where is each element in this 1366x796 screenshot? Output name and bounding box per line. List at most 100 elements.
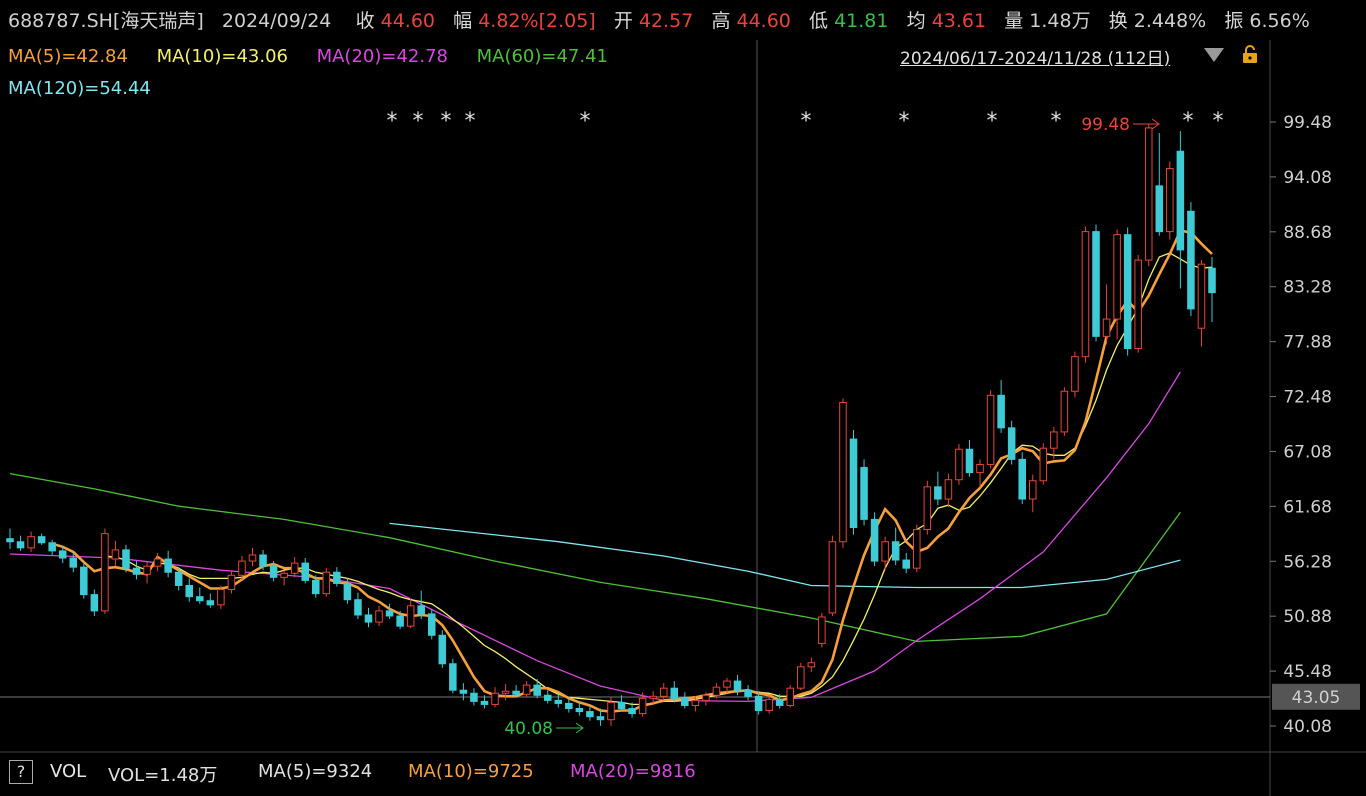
candle-body xyxy=(16,541,25,549)
candle-body xyxy=(638,697,647,715)
candle-body xyxy=(902,559,910,569)
candlestick-chart[interactable]: * * * * * * * * * * * 99.48 40.08 99.48 94.08 88.68 83.… xyxy=(0,0,1366,796)
candle-body xyxy=(290,562,299,574)
help-button[interactable]: ? xyxy=(9,760,33,784)
y-tick-label: 61.68 xyxy=(1283,497,1332,517)
candle-body xyxy=(775,698,784,706)
candle-body xyxy=(870,518,879,562)
candle-body xyxy=(649,695,657,699)
candle-body xyxy=(575,708,584,713)
candle xyxy=(870,512,879,567)
candle xyxy=(891,527,900,566)
candle xyxy=(1123,227,1132,356)
candle-body xyxy=(765,698,773,712)
candle-body xyxy=(132,567,141,575)
candle-body xyxy=(470,692,478,702)
candle xyxy=(354,592,362,620)
candle-body xyxy=(1187,210,1195,310)
candle-body xyxy=(80,566,88,596)
candle xyxy=(923,480,932,535)
candle-body xyxy=(227,574,236,591)
y-tick-label: 94.08 xyxy=(1283,168,1332,188)
candle xyxy=(459,683,468,701)
candle-body xyxy=(164,558,172,573)
candle-body xyxy=(6,538,14,543)
y-tick-label: 83.28 xyxy=(1283,278,1332,298)
candle-body xyxy=(1102,318,1111,337)
candle-body xyxy=(248,554,257,562)
candle-body xyxy=(333,571,341,584)
candle xyxy=(965,440,974,477)
candle-body xyxy=(1018,458,1026,500)
candle xyxy=(944,473,953,508)
candle-body xyxy=(617,701,626,710)
y-tick-label: 77.88 xyxy=(1283,333,1332,353)
y-tick-label: 99.48 xyxy=(1283,113,1332,133)
candle-body xyxy=(375,610,383,623)
vol-indicator-name[interactable]: VOL xyxy=(50,761,86,782)
y-tick-label: 72.48 xyxy=(1283,388,1332,408)
candle-body xyxy=(512,690,520,695)
candle-body xyxy=(238,560,246,576)
star-mark: * xyxy=(580,109,591,134)
candle-body xyxy=(565,702,573,710)
candle xyxy=(364,607,373,628)
candle-body xyxy=(1060,390,1069,433)
candle xyxy=(997,380,1005,433)
candle-body xyxy=(501,690,510,694)
candle xyxy=(16,535,25,551)
candle xyxy=(765,695,773,714)
candle-body xyxy=(90,594,99,612)
star-mark: * xyxy=(387,109,398,134)
candle xyxy=(1007,420,1016,465)
candle-body xyxy=(554,699,563,704)
candle-body xyxy=(1208,267,1216,294)
candle xyxy=(797,662,805,691)
candle-body xyxy=(143,565,151,575)
vol-ma10: MA(10)=9725 xyxy=(408,761,534,782)
candle xyxy=(438,630,447,668)
candle xyxy=(1028,474,1037,513)
candle xyxy=(881,536,889,571)
candle-body xyxy=(449,663,457,691)
candle-body xyxy=(1155,185,1164,233)
candle-body xyxy=(849,438,858,529)
candle-body xyxy=(354,599,362,616)
candle-body xyxy=(269,565,278,578)
candle-body xyxy=(196,596,204,602)
candle xyxy=(744,685,752,701)
candle-body xyxy=(1050,431,1058,449)
candle-body xyxy=(1144,127,1153,261)
candle-body xyxy=(976,463,984,474)
candle-body xyxy=(944,479,953,500)
candle xyxy=(860,459,868,526)
candle xyxy=(196,587,204,604)
candle-body xyxy=(1039,447,1048,482)
candle xyxy=(248,547,257,567)
candle-body xyxy=(301,562,309,581)
y-tick-label: 45.48 xyxy=(1283,662,1332,682)
candle xyxy=(786,685,795,708)
candle xyxy=(1155,132,1164,236)
candle-body xyxy=(797,666,805,689)
candle-body xyxy=(691,699,700,706)
candle-body xyxy=(522,684,531,695)
candle xyxy=(659,683,668,701)
candle-body xyxy=(491,692,499,705)
candle xyxy=(427,608,436,640)
candle-body xyxy=(1028,480,1037,500)
candle-body xyxy=(733,680,742,691)
candle xyxy=(80,562,88,599)
candle-body xyxy=(1197,263,1206,329)
candle-body xyxy=(533,684,541,696)
candle-body xyxy=(343,582,352,601)
candle-body xyxy=(427,613,436,636)
candle-body xyxy=(312,579,320,595)
candle-body xyxy=(406,605,415,627)
candle xyxy=(101,528,109,614)
candle xyxy=(807,657,816,672)
star-mark: * xyxy=(1213,109,1224,134)
candle-body xyxy=(206,600,215,606)
candle-body xyxy=(723,680,731,688)
candle xyxy=(1187,202,1195,317)
